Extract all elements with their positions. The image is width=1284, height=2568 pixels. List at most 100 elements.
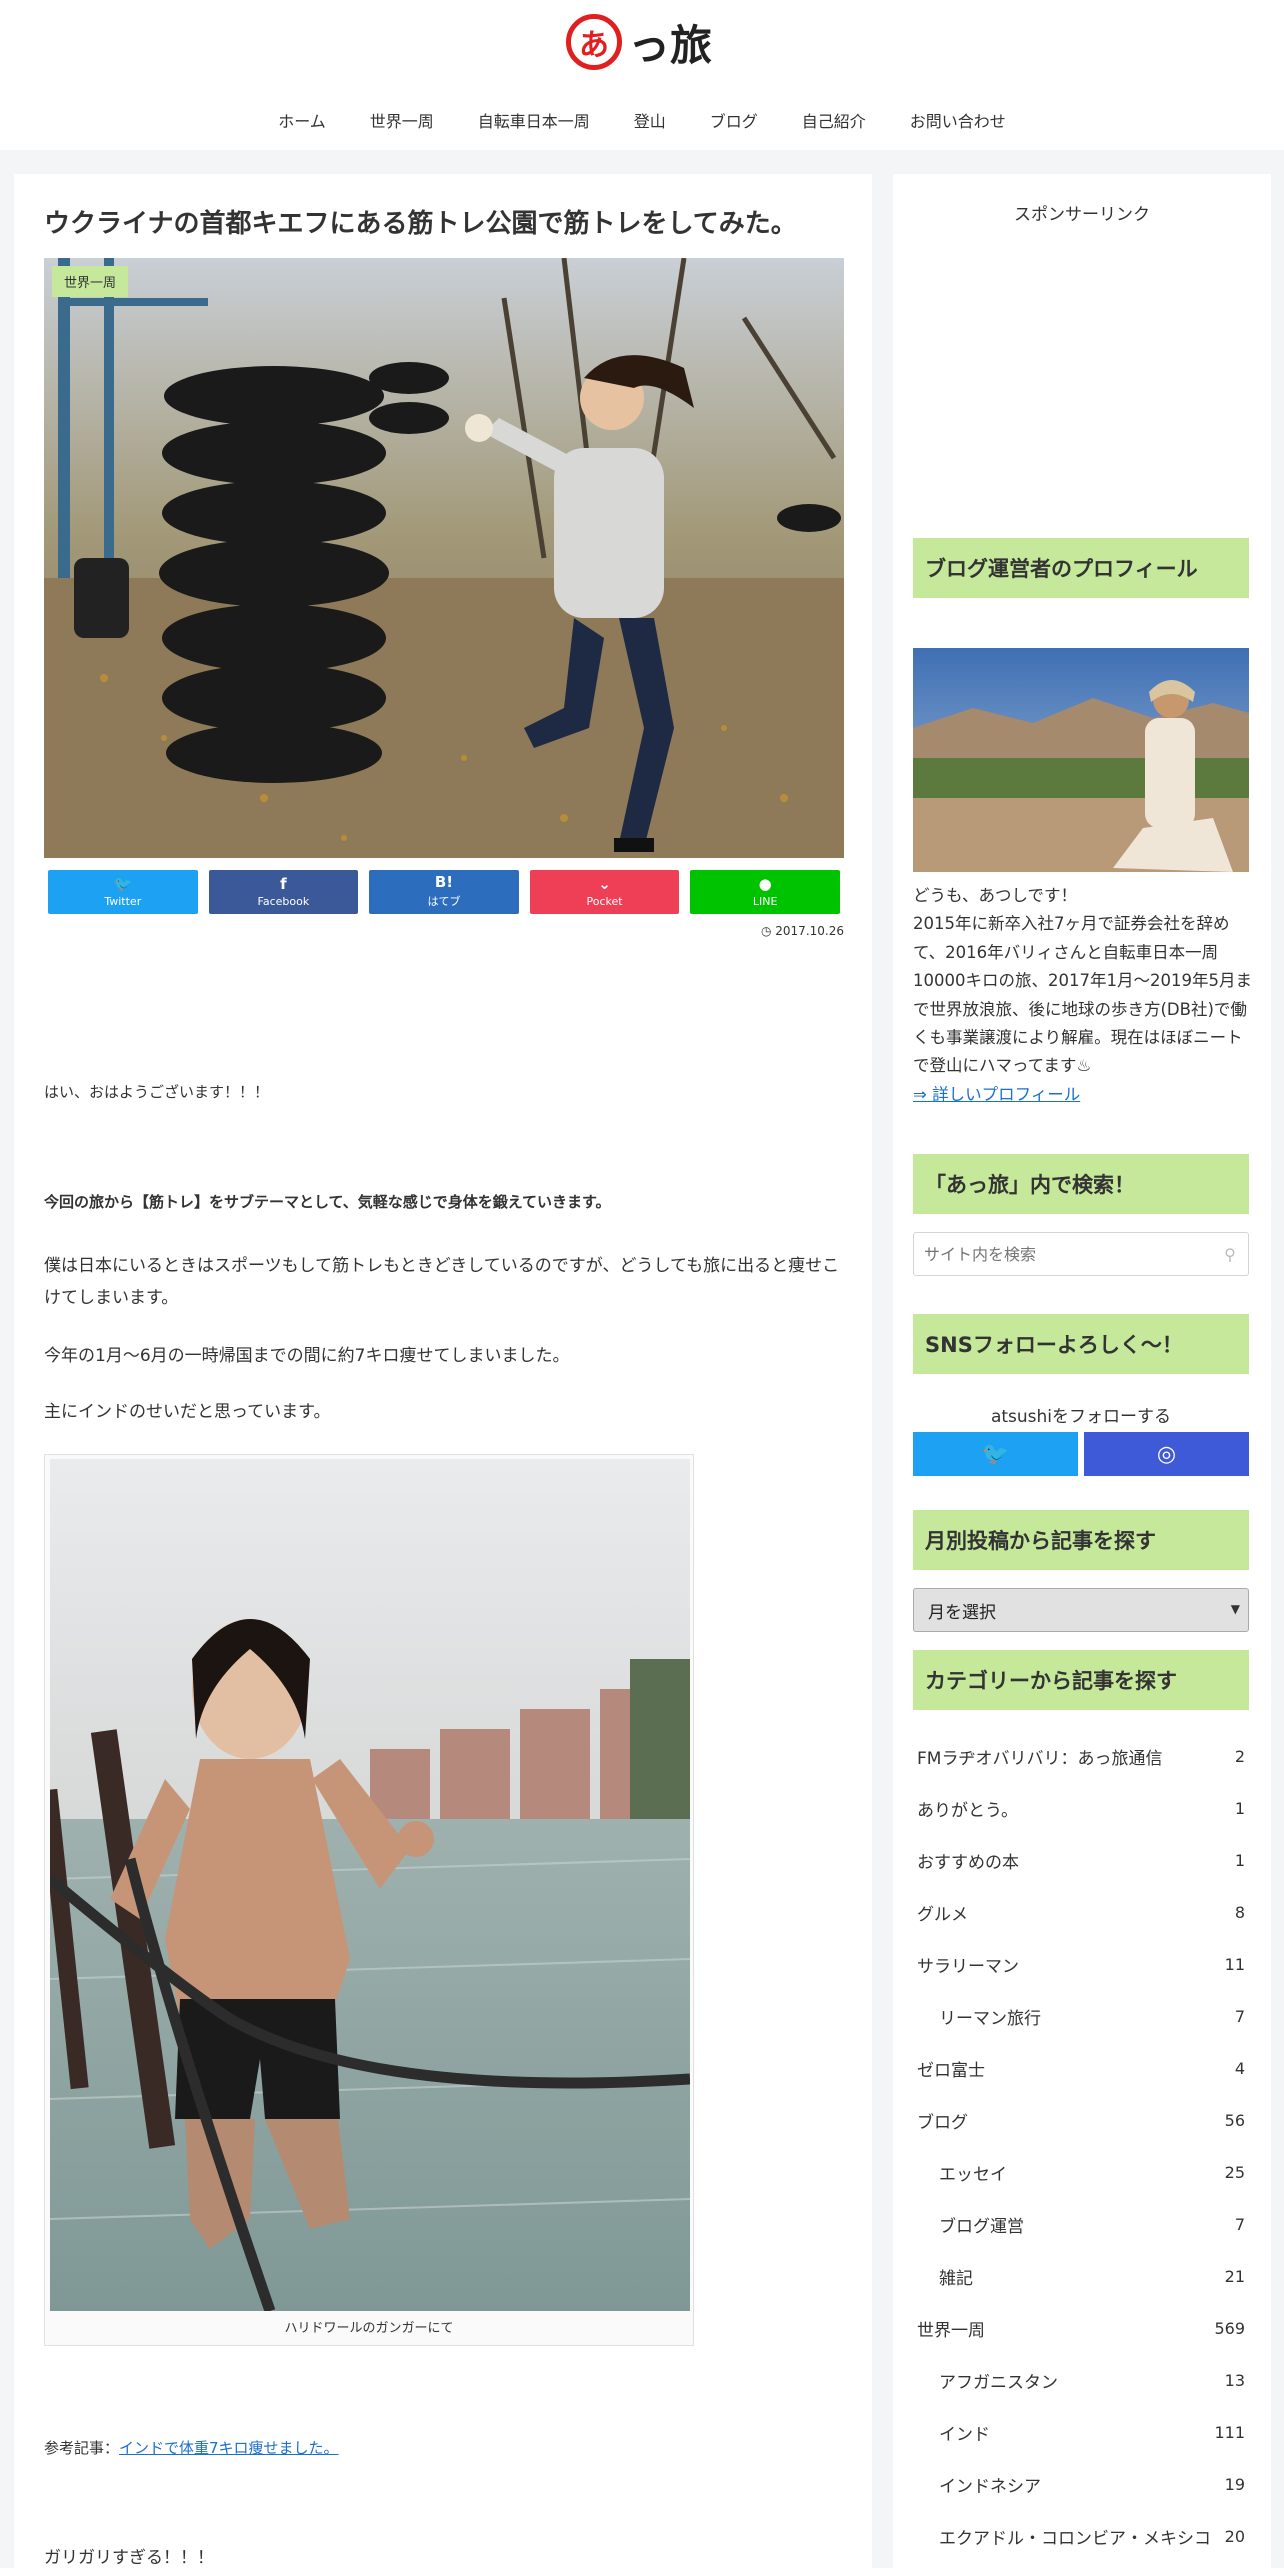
search-icon[interactable]: ⚲ [1212,1234,1248,1274]
category-item[interactable]: おすすめの本 1 [913,1834,1249,1886]
category-subitem[interactable]: アフガニスタン 13 [913,2354,1249,2406]
paragraph: ガリガリすぎる！！！ [44,2548,214,2568]
category-item[interactable]: FMラヂオバリバリ：あっ旅通信 2 [913,1730,1249,1782]
share-label: LINE [752,894,778,908]
category-item[interactable]: ゼロ富士 4 [913,2042,1249,2094]
clock-icon: ◷ [760,924,776,938]
share-line-button[interactable]: ● LINE [690,870,840,914]
post-date: ◷ 2017.10.26 [44,924,844,938]
nav-climbing[interactable]: 登山 [612,100,688,140]
article-figure: ハリドワールのガンガーにて [44,1454,694,2346]
category-label[interactable]: 世界一周 [52,266,129,297]
category-subitem[interactable]: インドネシア 19 [913,2458,1249,2510]
category-name: インド [939,2424,990,2445]
category-item[interactable]: サラリーマン 11 [913,1938,1249,1990]
search-widget-title: 「あっ旅」内で検索！ [913,1154,1249,1214]
reference-link[interactable]: インドで体重7キロ痩せました。 [119,2439,339,2457]
article-main: ウクライナの首都キエフにある筋トレ公園で筋トレをしてみた。 世界一周 🐦 Twi… [14,174,872,2568]
category-count: 13 [1224,2370,1245,2390]
nav-blog[interactable]: ブログ [688,100,780,140]
facebook-icon: f [280,874,287,893]
category-count: 111 [1214,2422,1245,2442]
category-subitem[interactable]: 雑記 21 [913,2250,1249,2302]
category-item[interactable]: ブログ 56 [913,2094,1249,2146]
category-name: 世界一周 [917,2320,985,2341]
sns-widget-title: SNSフォローよろしく～！ [913,1314,1249,1374]
profile-image [913,648,1249,872]
nav-home[interactable]: ホーム [256,100,348,140]
reference-paragraph: 参考記事：インドで体重7キロ痩せました。 [44,2434,844,2463]
category-count: 1 [1234,1798,1245,1818]
logo-mark: あ [566,14,622,70]
category-count: 21 [1224,2266,1245,2286]
share-label: Facebook [257,894,310,908]
share-twitter-button[interactable]: 🐦 Twitter [48,870,198,914]
sns-buttons: 🐦 ◎ [913,1432,1249,1476]
category-name: サラリーマン [917,1956,1019,1977]
category-subitem[interactable]: エッセイ 25 [913,2146,1249,2198]
category-name: ブログ運営 [939,2216,1024,2237]
month-select-value: 月を選択 [928,1602,996,1623]
category-name: インドネシア [939,2476,1041,2497]
profile-text: どうも、あつしです！ 2015年に新卒入社7ヶ月で証券会社を辞めて、2016年バ… [913,882,1253,1109]
category-item[interactable]: ありがとう。 1 [913,1782,1249,1834]
category-list: FMラヂオバリバリ：あっ旅通信 2 ありがとう。 1 おすすめの本 1 グルメ 8 サラ… [913,1730,1249,2562]
category-name: エッセイ [939,2164,1007,2185]
figure-image [50,1459,690,2311]
category-name: グルメ [917,1904,968,1925]
eyecatch-photo [44,258,844,858]
nav-about[interactable]: 自己紹介 [780,100,888,140]
follow-text: atsushiをフォローする [990,1407,1172,1427]
search-input[interactable] [924,1234,1212,1274]
category-subitem[interactable]: ブログ運営 7 [913,2198,1249,2250]
logo-text: っ旅 [628,20,713,70]
profile-link[interactable]: ⇒ 詳しいプロフィール [913,1085,1080,1104]
category-name: アフガニスタン [939,2372,1058,2393]
sidebar: スポンサーリンク ブログ運営者のプロフィール どうも、あつしです！ 2015年に… [893,174,1271,2568]
category-item[interactable]: グルメ 8 [913,1886,1249,1938]
share-label: はてブ [427,895,461,908]
profile-photo [913,648,1249,872]
line-icon: ● [758,874,772,893]
profile-body: 2015年に新卒入社7ヶ月で証券会社を辞めて、2016年バリィさんと自転車日本一… [913,914,1252,1076]
share-buttons: 🐦 Twitter f Facebook B! はてブ ⌄ Pocket ● L… [48,870,840,914]
figure-photo [50,1459,690,2311]
share-label: Twitter [104,894,142,908]
category-name: ブログ [917,2112,968,2133]
category-item[interactable]: 世界一周 569 [913,2302,1249,2354]
share-label: Pocket [586,894,623,908]
follow-instagram-button[interactable]: ◎ [1084,1432,1249,1476]
nav-bicycle-japan[interactable]: 自転車日本一周 [456,100,612,140]
category-count: 1 [1234,1850,1245,1870]
category-name: ありがとう。 [917,1800,1018,1821]
category-name: FMラヂオバリバリ：あっ旅通信 [917,1748,1163,1769]
share-pocket-button[interactable]: ⌄ Pocket [529,870,680,914]
share-facebook-button[interactable]: f Facebook [208,870,359,914]
category-count: 20 [1224,2526,1245,2546]
sponsor-label: スポンサーリンク [1014,205,1150,225]
category-subitem[interactable]: インド 111 [913,2406,1249,2458]
twitter-icon: 🐦 [981,1441,1010,1467]
profile-greeting: どうも、あつしです！ [913,886,1078,905]
nav-world-trip[interactable]: 世界一周 [348,100,456,140]
nav-contact[interactable]: お問い合わせ [888,100,1028,140]
reference-prefix: 参考記事： [44,2439,120,2457]
pocket-icon: ⌄ [598,874,611,893]
share-hatena-button[interactable]: B! はてブ [369,870,519,914]
category-subitem[interactable]: エクアドル・コロンビア・メキシコ 20 [913,2510,1249,2562]
category-name: リーマン旅行 [939,2008,1041,2029]
archive-widget-title: 月別投稿から記事を探す [913,1510,1249,1570]
category-subitem[interactable]: リーマン旅行 7 [913,1990,1249,2042]
figure-caption: ハリドワールのガンガーにて [284,2321,454,2336]
category-count: 8 [1234,1902,1245,1922]
chevron-down-icon: ▼ [1230,1602,1240,1616]
category-widget-title: カテゴリーから記事を探す [913,1650,1249,1710]
follow-twitter-button[interactable]: 🐦 [913,1432,1078,1476]
month-select[interactable]: 月を選択 ▼ [913,1588,1249,1632]
global-nav: ホーム 世界一周 自転車日本一周 登山 ブログ 自己紹介 お問い合わせ [0,100,1284,140]
category-count: 4 [1234,2058,1245,2078]
category-count: 7 [1234,2006,1245,2026]
site-logo[interactable]: あ っ旅 [566,6,718,78]
twitter-icon: 🐦 [113,874,133,893]
category-name: ゼロ富士 [917,2060,985,2081]
